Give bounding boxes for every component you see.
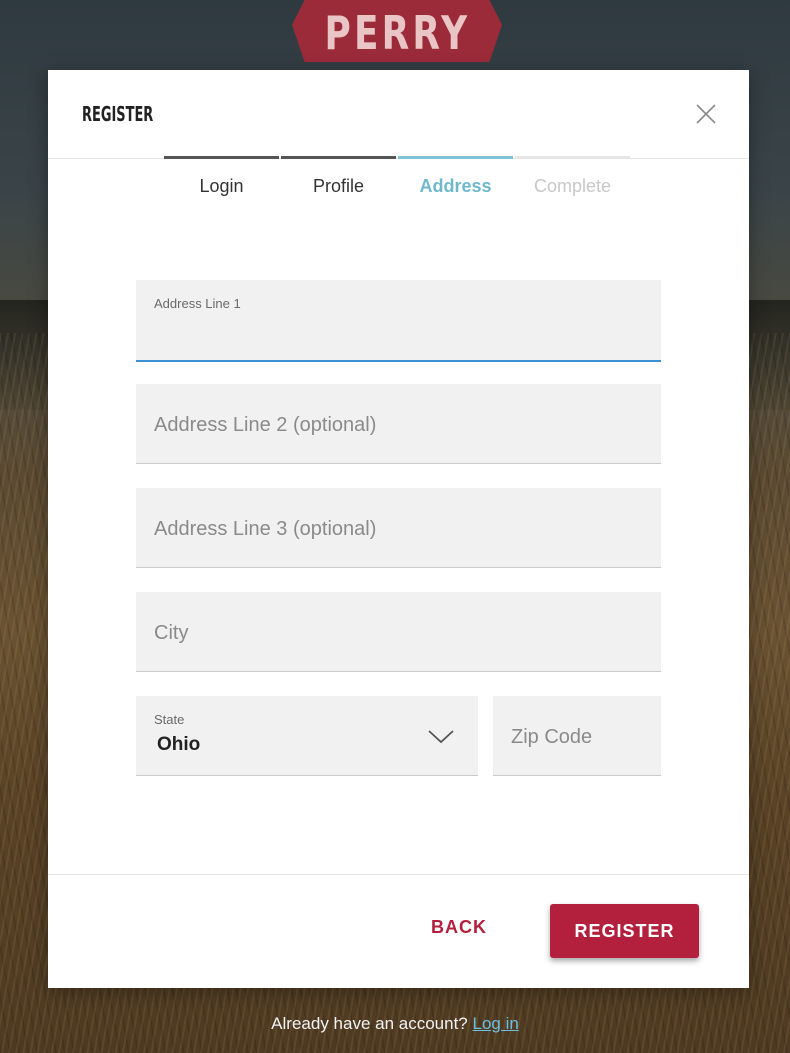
city-placeholder: City [154,622,189,644]
step-login: Login [164,156,279,216]
step-progress-bar [281,156,396,159]
state-value: Ohio [157,734,201,755]
step-progress-bar [398,156,513,159]
zip-code-field[interactable]: Zip Code [493,696,661,776]
step-profile: Profile [281,156,396,216]
brand-logo-text: PERRY [324,6,470,60]
address-line-3-placeholder: Address Line 3 (optional) [154,518,377,540]
brand-logo: PERRY [292,0,502,62]
login-prompt: Already have an account? Log in [0,1014,790,1034]
close-button[interactable] [692,100,720,128]
step-label: Profile [312,176,365,196]
step-progress-bar [515,156,630,159]
close-icon [696,104,716,124]
registration-stepper: Login Profile Address Complete [164,156,634,216]
step-progress-bar [164,156,279,159]
register-modal: REGISTER Login Profile Address Complete … [48,70,749,988]
step-label: Complete [533,176,612,196]
step-label: Login [199,176,244,196]
address-line-2-field[interactable]: Address Line 2 (optional) [136,384,661,464]
address-line-1-field[interactable]: Address Line 1 [136,280,661,362]
city-field[interactable]: City [136,592,661,672]
step-complete: Complete [515,156,630,216]
register-button[interactable]: REGISTER [550,904,699,958]
back-button[interactable]: BACK [431,917,487,938]
address-line-2-placeholder: Address Line 2 (optional) [154,414,377,436]
address-line-1-label: Address Line 1 [154,296,241,311]
address-line-3-field[interactable]: Address Line 3 (optional) [136,488,661,568]
state-select[interactable]: State Ohio [136,696,478,776]
address-line-1-input[interactable] [154,320,638,348]
login-link[interactable]: Log in [473,1014,519,1033]
modal-title: REGISTER [82,102,154,126]
chevron-down-icon [428,730,454,744]
step-label: Address [419,176,492,196]
modal-header: REGISTER [48,70,749,159]
state-label: State [154,712,185,727]
login-prompt-text: Already have an account? [271,1014,468,1033]
step-address: Address [398,156,513,216]
modal-footer: BACK REGISTER [48,874,749,989]
zip-code-placeholder: Zip Code [511,726,593,748]
